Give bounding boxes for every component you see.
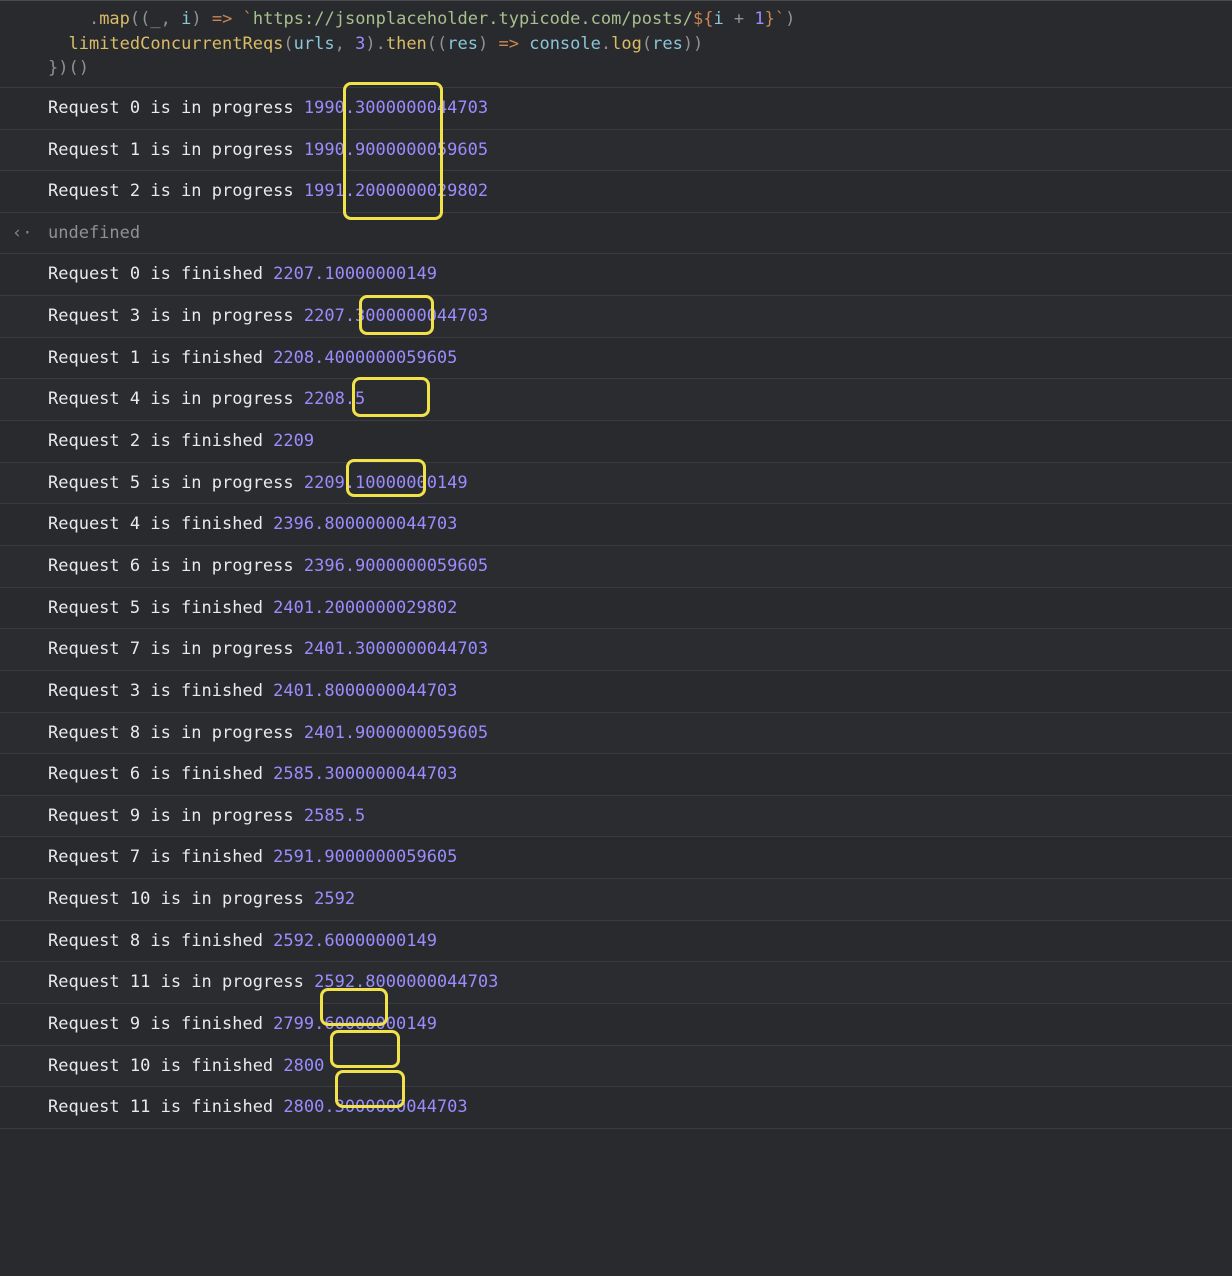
log-message: Request 7 is in progress (48, 637, 304, 662)
log-message: Request 9 is finished (48, 1012, 273, 1037)
console-log-row[interactable]: Request 9 is finished 2799.60000000149 (0, 1004, 1232, 1046)
log-number: 2207.3000000044703 (304, 304, 488, 329)
log-number: 2207.10000000149 (273, 262, 437, 287)
console-log-row[interactable]: Request 4 is in progress 2208.5 (0, 379, 1232, 421)
code-line-2: limitedConcurrentReqs(urls, 3).then((res… (48, 32, 1232, 57)
log-message: Request 11 is finished (48, 1095, 283, 1120)
code-line-3: })() (48, 56, 1232, 81)
log-message: Request 10 is in progress (48, 887, 314, 912)
code-url-string: https://jsonplaceholder.typicode.com/pos… (253, 9, 693, 29)
log-number: 2401.8000000044703 (273, 679, 457, 704)
console-log-row[interactable]: Request 2 is finished 2209 (0, 421, 1232, 463)
log-message: Request 7 is finished (48, 845, 273, 870)
console-log-row[interactable]: Request 8 is finished 2592.60000000149 (0, 921, 1232, 963)
log-message: Request 6 is in progress (48, 554, 304, 579)
console-log-row[interactable]: Request 7 is in progress 2401.3000000044… (0, 629, 1232, 671)
code-method-map: map (99, 9, 130, 29)
console-log-row[interactable]: Request 10 is finished 2800 (0, 1046, 1232, 1088)
log-number: 2591.9000000059605 (273, 845, 457, 870)
log-number: 2208.5 (304, 387, 365, 412)
log-number: 2592 (314, 887, 355, 912)
log-number: 2401.9000000059605 (304, 721, 488, 746)
console-log-row[interactable]: Request 1 is in progress 1990.9000000059… (0, 130, 1232, 172)
log-message: Request 1 is finished (48, 346, 273, 371)
console-log-group-2[interactable]: Request 0 is finished 2207.10000000149Re… (0, 254, 1232, 1128)
log-number: 2396.9000000059605 (304, 554, 488, 579)
log-message: Request 0 is finished (48, 262, 273, 287)
code-indent: . (48, 9, 99, 29)
log-number: 2592.60000000149 (273, 929, 437, 954)
console-log-row[interactable]: Request 5 is finished 2401.2000000029802 (0, 588, 1232, 630)
code-fn-name: limitedConcurrentReqs (68, 34, 283, 54)
log-number: 2585.3000000044703 (273, 762, 457, 787)
log-message: Request 11 is in progress (48, 970, 314, 995)
log-number: 2800.3000000044703 (283, 1095, 467, 1120)
log-message: Request 9 is in progress (48, 804, 304, 829)
console-log-row[interactable]: Request 3 is finished 2401.8000000044703 (0, 671, 1232, 713)
log-message: Request 8 is in progress (48, 721, 304, 746)
console-log-row[interactable]: Request 4 is finished 2396.8000000044703 (0, 504, 1232, 546)
log-number: 1990.3000000044703 (304, 96, 488, 121)
log-number: 2800 (283, 1054, 324, 1079)
log-message: Request 4 is in progress (48, 387, 304, 412)
console-log-row[interactable]: Request 6 is finished 2585.3000000044703 (0, 754, 1232, 796)
log-message: Request 1 is in progress (48, 138, 304, 163)
console-log-row[interactable]: Request 5 is in progress 2209.1000000014… (0, 463, 1232, 505)
console-log-row[interactable]: Request 11 is finished 2800.300000004470… (0, 1087, 1232, 1129)
log-number: 1990.9000000059605 (304, 138, 488, 163)
log-message: Request 8 is finished (48, 929, 273, 954)
console-log-row[interactable]: Request 8 is in progress 2401.9000000059… (0, 713, 1232, 755)
log-message: Request 2 is finished (48, 429, 273, 454)
console-log-row[interactable]: Request 11 is in progress 2592.800000004… (0, 962, 1232, 1004)
log-message: Request 10 is finished (48, 1054, 283, 1079)
log-message: Request 3 is in progress (48, 304, 304, 329)
undefined-value: undefined (48, 221, 140, 246)
log-number: 2592.8000000044703 (314, 970, 498, 995)
console-log-row[interactable]: Request 10 is in progress 2592 (0, 879, 1232, 921)
log-message: Request 0 is in progress (48, 96, 304, 121)
console-panel[interactable]: .map((_, i) => `https://jsonplaceholder.… (0, 0, 1232, 1129)
log-message: Request 6 is finished (48, 762, 273, 787)
console-log-row[interactable]: Request 2 is in progress 1991.2000000029… (0, 171, 1232, 213)
log-message: Request 2 is in progress (48, 179, 304, 204)
log-number: 2396.8000000044703 (273, 512, 457, 537)
console-log-row[interactable]: Request 6 is in progress 2396.9000000059… (0, 546, 1232, 588)
log-number: 2585.5 (304, 804, 365, 829)
log-message: Request 3 is finished (48, 679, 273, 704)
console-log-row[interactable]: Request 9 is in progress 2585.5 (0, 796, 1232, 838)
console-log-row[interactable]: Request 0 is in progress 1990.3000000044… (0, 88, 1232, 130)
console-log-row[interactable]: Request 0 is finished 2207.10000000149 (0, 254, 1232, 296)
log-number: 1991.2000000029802 (304, 179, 488, 204)
log-number: 2208.4000000059605 (273, 346, 457, 371)
log-number: 2401.3000000044703 (304, 637, 488, 662)
log-message: Request 4 is finished (48, 512, 273, 537)
console-log-group-1[interactable]: Request 0 is in progress 1990.3000000044… (0, 88, 1232, 213)
log-number: 2209.10000000149 (304, 471, 468, 496)
log-message: Request 5 is in progress (48, 471, 304, 496)
console-log-row[interactable]: Request 1 is finished 2208.4000000059605 (0, 338, 1232, 380)
code-line-1: .map((_, i) => `https://jsonplaceholder.… (48, 7, 1232, 32)
log-number: 2799.60000000149 (273, 1012, 437, 1037)
console-input-code: .map((_, i) => `https://jsonplaceholder.… (0, 1, 1232, 88)
log-number: 2401.2000000029802 (273, 596, 457, 621)
log-message: Request 5 is finished (48, 596, 273, 621)
console-return-row: ‹· undefined (0, 213, 1232, 255)
log-number: 2209 (273, 429, 314, 454)
console-log-row[interactable]: Request 7 is finished 2591.9000000059605 (0, 837, 1232, 879)
console-log-row[interactable]: Request 3 is in progress 2207.3000000044… (0, 296, 1232, 338)
return-arrow-icon: ‹· (12, 221, 32, 246)
